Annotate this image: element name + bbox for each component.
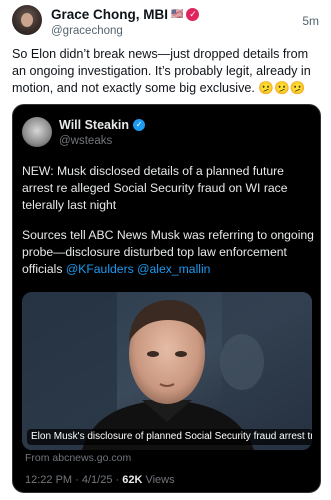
author-handle[interactable]: @gracechong <box>51 25 123 37</box>
author-display-name[interactable]: Grace Chong, MBI <box>51 7 168 22</box>
quoted-paragraph-1: NEW: Musk disclosed details of a planned… <box>22 164 288 212</box>
post-time[interactable]: 5m <box>302 14 319 28</box>
link-preview-image[interactable]: Elon Musk's disclosure of planned Social… <box>22 292 312 450</box>
views-count: 62K <box>122 474 143 486</box>
pink-verified-badge-icon[interactable]: ✓ <box>186 8 200 21</box>
quoted-text: NEW: Musk disclosed details of a planned… <box>22 163 314 291</box>
avatar-face <box>21 13 33 27</box>
quoted-paragraph-2: Sources tell ABC News Musk was referring… <box>22 227 314 278</box>
quoted-meta: 12:22 PM · 4/1/25 · 62K Views <box>25 474 175 486</box>
author-avatar[interactable] <box>12 5 42 35</box>
quoted-author-avatar[interactable] <box>22 117 52 147</box>
link-source[interactable]: From abcnews.go.com <box>25 452 131 464</box>
mention-alex-mallin[interactable]: @alex_mallin <box>137 262 210 276</box>
mention-kfaulders[interactable]: @KFaulders <box>66 262 134 276</box>
blue-verified-icon: ✓ <box>133 119 146 131</box>
quoted-display-name[interactable]: Will Steakin <box>59 118 129 132</box>
post-text: So Elon didn’t break news—just dropped d… <box>12 47 311 95</box>
views-label: Views <box>142 474 175 486</box>
us-flag-icon: 🇺🇸 <box>171 9 184 20</box>
link-preview-caption[interactable]: Elon Musk's disclosure of planned Social… <box>27 429 312 445</box>
photo-illustration <box>22 292 312 450</box>
post: Grace Chong, MBI 🇺🇸 ✓ @gracechong 5m So … <box>0 0 331 500</box>
quoted-timestamp[interactable]: 12:22 PM · 4/1/25 · <box>25 474 122 486</box>
quoted-post-card[interactable]: Will Steakin ✓ @wsteaks NEW: Musk disclo… <box>12 104 321 493</box>
quoted-handle[interactable]: @wsteaks <box>59 135 112 147</box>
quoted-name-row: Will Steakin ✓ <box>59 118 146 132</box>
author-name-row: Grace Chong, MBI 🇺🇸 ✓ <box>51 7 200 22</box>
